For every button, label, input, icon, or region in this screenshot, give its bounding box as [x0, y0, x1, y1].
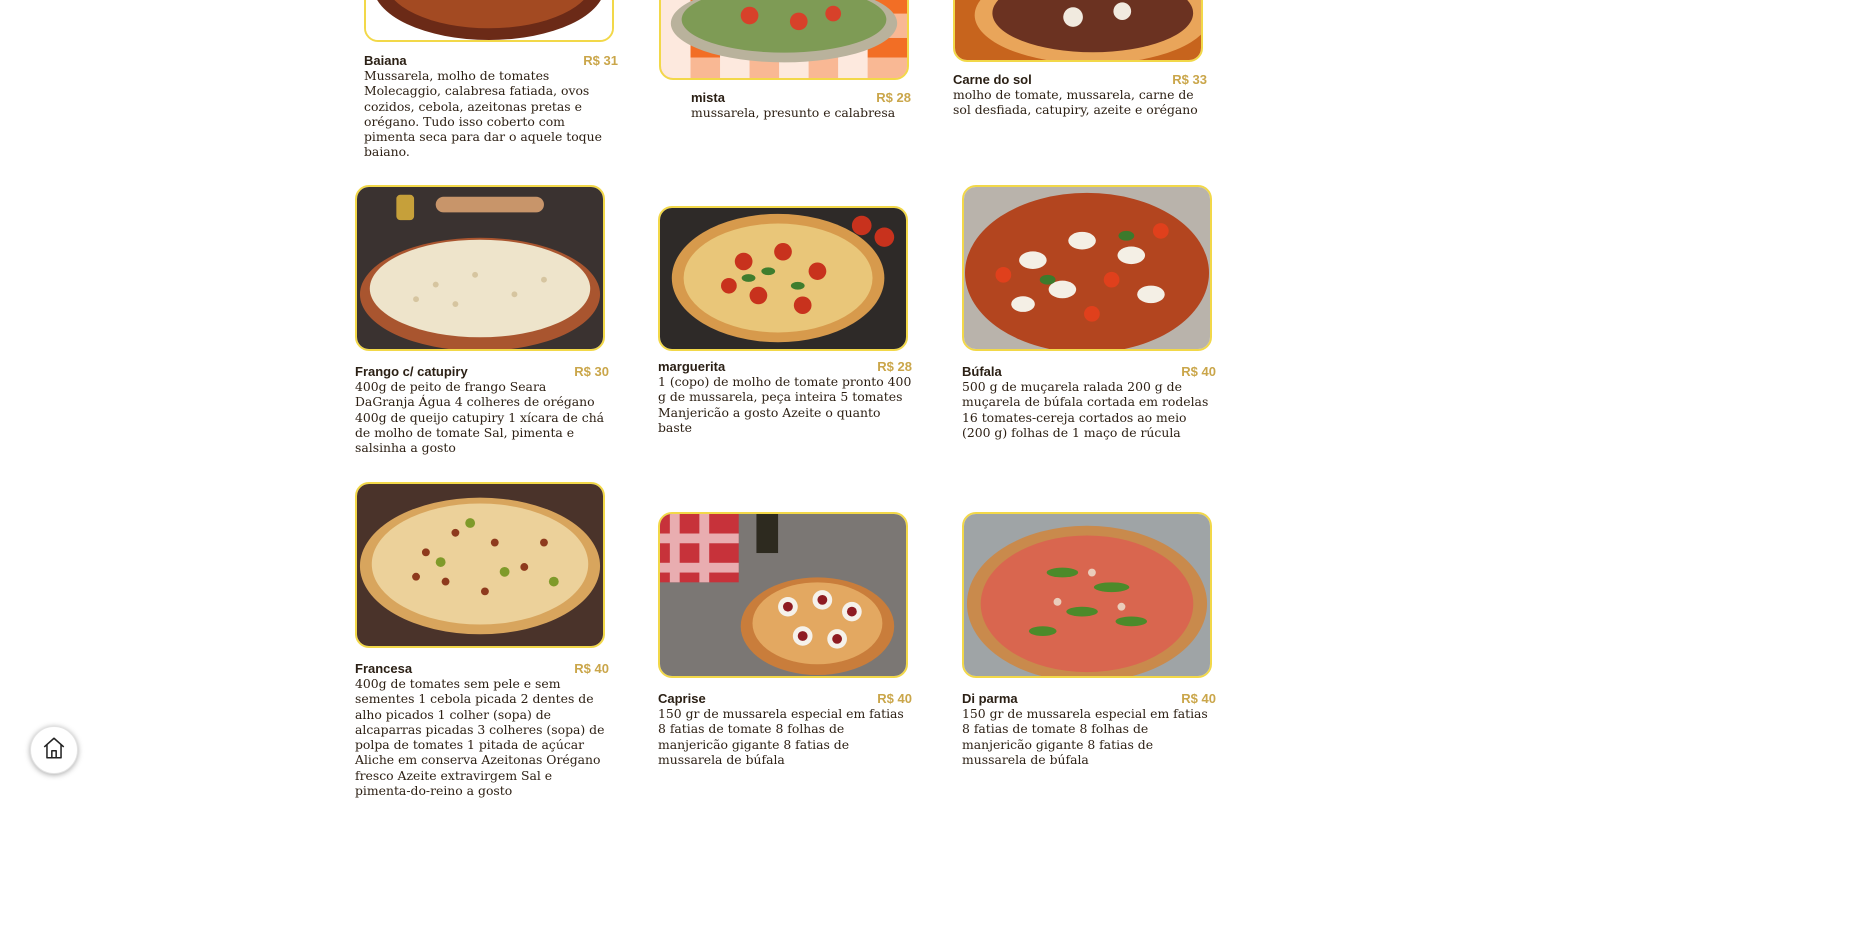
item-name: Caprise [658, 691, 706, 706]
item-price: R$ 40 [1181, 364, 1216, 379]
pizza-image [962, 185, 1212, 351]
item-name: Carne do sol [953, 72, 1032, 87]
item-name: Frango c/ catupiry [355, 364, 468, 379]
item-description: mussarela, presunto e calabresa [691, 105, 896, 120]
item-description: 1 (copo) de molho de tomate pronto 400 g… [658, 374, 912, 435]
pizza-image [962, 512, 1212, 678]
pizza-image [659, 0, 909, 80]
item-name: Búfala [962, 364, 1002, 379]
item-price: R$ 40 [877, 691, 912, 706]
item-description: 150 gr de mussarela especial em fatias 8… [658, 706, 904, 767]
item-price: R$ 30 [574, 364, 609, 379]
item-name: Francesa [355, 661, 413, 676]
item-description: molho de tomate, mussarela, carne de sol… [953, 87, 1198, 118]
item-description: 400g de tomates sem pele e sem sementes … [355, 676, 605, 799]
item-name: Baiana [364, 53, 407, 68]
item-name: marguerita [658, 359, 726, 374]
item-description: 150 gr de mussarela especial em fatias 8… [962, 706, 1208, 767]
pizza-image [364, 0, 614, 42]
item-name: mista [691, 90, 725, 105]
pizza-image [355, 185, 605, 351]
item-description: 400g de peito de frango Seara DaGranja Á… [355, 379, 605, 456]
pizza-image [355, 482, 605, 648]
item-price: R$ 40 [574, 661, 609, 676]
item-price: R$ 40 [1181, 691, 1216, 706]
item-price: R$ 28 [877, 359, 912, 374]
pizza-image [658, 206, 908, 351]
item-description: Mussarela, molho de tomates Molecaggio, … [364, 68, 602, 160]
item-description: 500 g de muçarela ralada 200 g de muçare… [962, 379, 1209, 440]
home-icon [41, 735, 67, 765]
pizza-image [658, 512, 908, 678]
home-button[interactable] [30, 726, 78, 774]
item-price: R$ 28 [876, 90, 911, 105]
item-price: R$ 31 [583, 53, 618, 68]
item-price: R$ 33 [1172, 72, 1207, 87]
pizza-image [953, 0, 1203, 62]
item-name: Di parma [962, 691, 1018, 706]
